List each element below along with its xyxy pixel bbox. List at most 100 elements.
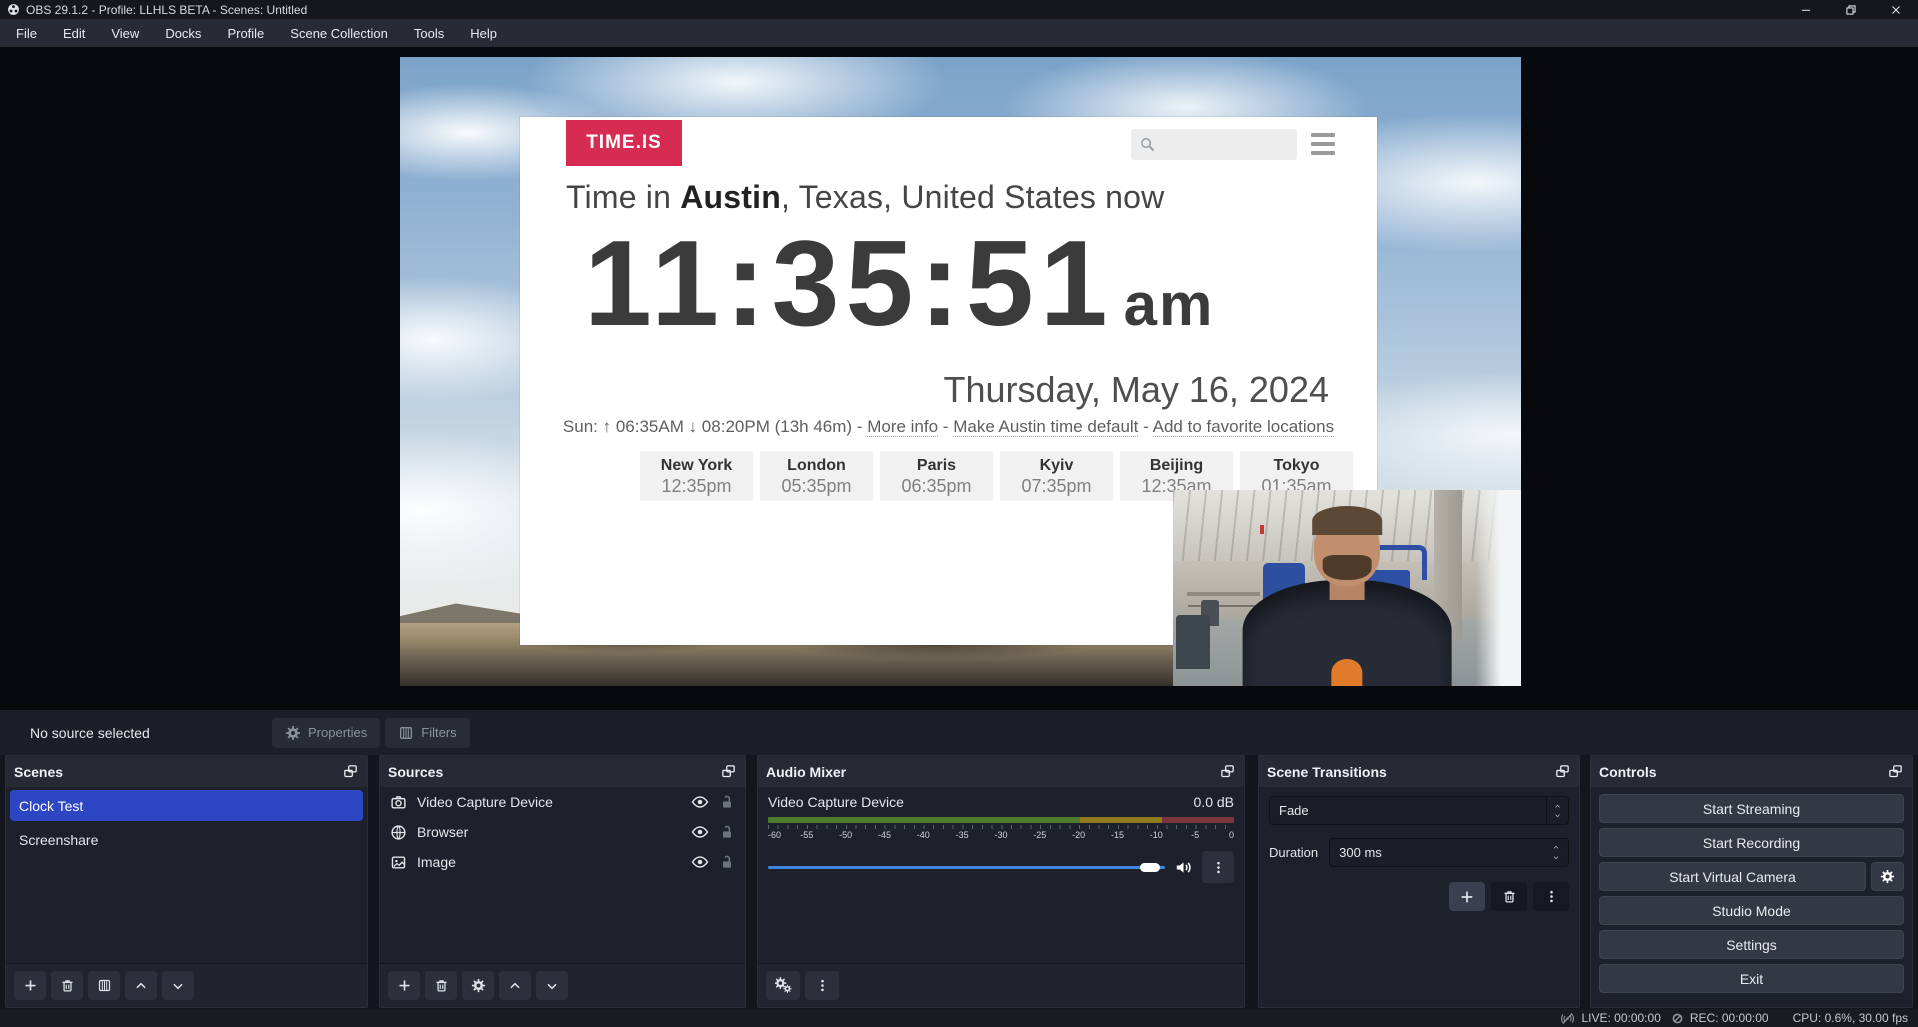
move-scene-up-button[interactable]: [125, 971, 157, 1000]
close-button[interactable]: [1873, 0, 1918, 19]
timeis-logo: TIME.IS: [566, 120, 682, 166]
speaker-icon[interactable]: [1174, 858, 1193, 877]
transition-select[interactable]: Fade: [1269, 796, 1569, 825]
shirt-logo: [1331, 659, 1362, 686]
stream-inactive-icon: [1560, 1011, 1575, 1026]
controls-panel-title: Controls: [1599, 764, 1657, 780]
filter-icon: [398, 725, 414, 741]
move-scene-down-button[interactable]: [162, 971, 194, 1000]
menu-item-view[interactable]: View: [98, 19, 152, 47]
foreground-chair: [1176, 615, 1210, 669]
scenes-panel: Scenes Clock Test Screenshare: [5, 755, 368, 1008]
controls-panel: Controls Start Streaming Start Recording…: [1590, 755, 1913, 1008]
lock-icon[interactable]: [719, 794, 735, 810]
video-canvas[interactable]: TIME.IS Time in Austin, Texas, United St…: [400, 57, 1521, 686]
timeis-search-input: [1131, 129, 1297, 160]
source-properties-button[interactable]: [462, 971, 494, 1000]
remove-source-button[interactable]: [425, 971, 457, 1000]
start-recording-button[interactable]: Start Recording: [1599, 828, 1904, 857]
volume-slider[interactable]: [768, 861, 1165, 874]
dock-area: Scenes Clock Test Screenshare Sources: [0, 755, 1918, 1009]
lock-icon[interactable]: [719, 824, 735, 840]
gear-icon: [1880, 869, 1895, 884]
add-scene-button[interactable]: [14, 971, 46, 1000]
remove-transition-button[interactable]: [1491, 882, 1527, 911]
sources-panel: Sources Video Capture Device Browser: [379, 755, 746, 1008]
popout-icon[interactable]: [1887, 763, 1904, 780]
source-row-image[interactable]: Image: [380, 847, 745, 877]
visibility-eye-icon[interactable]: [691, 853, 709, 871]
image-icon: [390, 854, 407, 871]
settings-button[interactable]: Settings: [1599, 930, 1904, 959]
record-inactive-icon: [1671, 1012, 1684, 1025]
globe-icon: [390, 824, 407, 841]
menubar: File Edit View Docks Profile Scene Colle…: [0, 19, 1918, 47]
studio-mode-button[interactable]: Studio Mode: [1599, 896, 1904, 925]
city-card: Paris06:35pm: [880, 451, 993, 501]
move-source-down-button[interactable]: [536, 971, 568, 1000]
add-transition-button[interactable]: [1449, 882, 1485, 911]
timeis-date: Thursday, May 16, 2024: [943, 369, 1329, 411]
audio-mixer-panel: Audio Mixer Video Capture Device 0.0 dB …: [757, 755, 1245, 1008]
duration-spinbox[interactable]: 300 ms: [1329, 838, 1569, 867]
properties-button[interactable]: Properties: [272, 718, 380, 748]
visibility-eye-icon[interactable]: [691, 793, 709, 811]
mixer-channel-name: Video Capture Device: [768, 794, 904, 810]
fire-alarm: [1260, 525, 1264, 534]
start-streaming-button[interactable]: Start Streaming: [1599, 794, 1904, 823]
scene-item-screenshare[interactable]: Screenshare: [10, 824, 363, 855]
source-row-video-capture[interactable]: Video Capture Device: [380, 787, 745, 817]
menu-item-docks[interactable]: Docks: [152, 19, 214, 47]
menu-item-edit[interactable]: Edit: [50, 19, 98, 47]
popout-icon[interactable]: [1219, 763, 1236, 780]
menu-item-tools[interactable]: Tools: [401, 19, 457, 47]
popout-icon[interactable]: [1554, 763, 1571, 780]
spinner-arrows-icon[interactable]: [1548, 844, 1568, 861]
advanced-audio-button[interactable]: [766, 971, 800, 1000]
maximize-button[interactable]: [1828, 0, 1873, 19]
source-toolbar: No source selected Properties Filters: [0, 710, 1918, 755]
obs-window: OBS 29.1.2 - Profile: LLHLS BETA - Scene…: [0, 0, 1918, 1027]
scene-item-clock-test[interactable]: Clock Test: [10, 790, 363, 821]
sources-panel-title: Sources: [388, 764, 443, 780]
transition-menu-button[interactable]: [1533, 882, 1569, 911]
status-bar: LIVE: 00:00:00 REC: 00:00:00 CPU: 0.6%, …: [0, 1009, 1918, 1027]
menu-item-scene-collection[interactable]: Scene Collection: [277, 19, 401, 47]
scenes-panel-title: Scenes: [14, 764, 63, 780]
menu-item-file[interactable]: File: [3, 19, 50, 47]
meter-tickmarks: [768, 825, 1234, 829]
city-card: Kyiv07:35pm: [1000, 451, 1113, 501]
hamburger-menu-icon: [1311, 133, 1335, 155]
office-window: [1476, 490, 1521, 686]
mixer-channel-menu-button[interactable]: [1202, 851, 1234, 883]
virtual-camera-config-button[interactable]: [1871, 862, 1904, 891]
person-beard: [1323, 555, 1372, 580]
titlebar: OBS 29.1.2 - Profile: LLHLS BETA - Scene…: [0, 0, 1918, 19]
remove-scene-button[interactable]: [51, 971, 83, 1000]
rec-timer: REC: 00:00:00: [1690, 1011, 1769, 1025]
lock-icon[interactable]: [719, 854, 735, 870]
add-favorite-link: Add to favorite locations: [1153, 417, 1334, 437]
volume-slider-handle[interactable]: [1140, 863, 1160, 872]
minimize-button[interactable]: [1783, 0, 1828, 19]
city-card: London05:35pm: [760, 451, 873, 501]
scene-filters-button[interactable]: [88, 971, 120, 1000]
exit-button[interactable]: Exit: [1599, 964, 1904, 993]
visibility-eye-icon[interactable]: [691, 823, 709, 841]
person-hair: [1312, 506, 1382, 535]
mixer-menu-button[interactable]: [805, 971, 839, 1000]
start-virtual-camera-button[interactable]: Start Virtual Camera: [1599, 862, 1866, 891]
source-row-browser[interactable]: Browser: [380, 817, 745, 847]
move-source-up-button[interactable]: [499, 971, 531, 1000]
menu-item-profile[interactable]: Profile: [214, 19, 277, 47]
filters-button[interactable]: Filters: [385, 718, 469, 748]
duration-label: Duration: [1269, 845, 1318, 860]
make-default-link: Make Austin time default: [953, 417, 1138, 437]
menu-item-help[interactable]: Help: [457, 19, 510, 47]
add-source-button[interactable]: [388, 971, 420, 1000]
sun-info-line: Sun: ↑ 06:35AM ↓ 08:20PM (13h 46m) - Mor…: [520, 417, 1377, 437]
popout-icon[interactable]: [720, 763, 737, 780]
timeis-heading: Time in Austin, Texas, United States now: [566, 179, 1164, 216]
webcam-video-source[interactable]: [1173, 490, 1521, 686]
popout-icon[interactable]: [342, 763, 359, 780]
